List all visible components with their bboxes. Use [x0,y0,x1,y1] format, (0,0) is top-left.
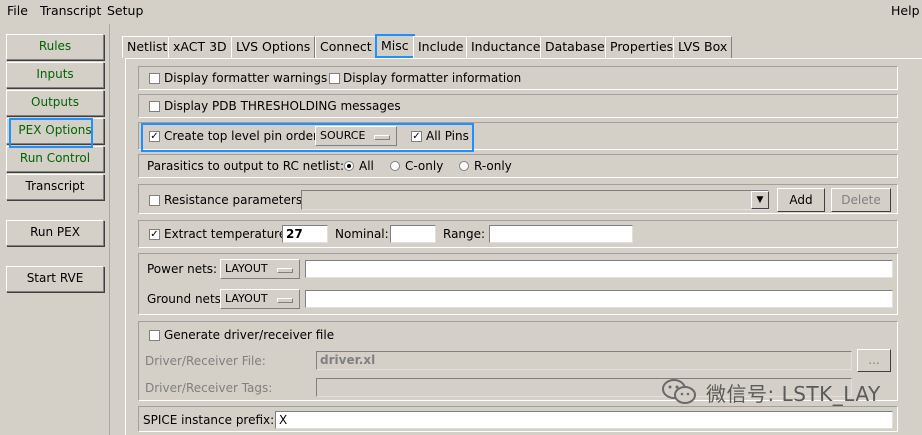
dropdown-indicator-icon [277,268,293,273]
resistance-params-label: Resistance parameters: [164,193,307,207]
tab-connect[interactable]: Connect [315,36,377,58]
delete-button[interactable]: Delete [831,188,891,212]
spice-prefix-label: SPICE instance prefix: [143,413,275,427]
gen-driver-label: Generate driver/receiver file [164,328,335,342]
menu-setup[interactable]: Setup [107,3,143,18]
sidebar-run-control-button[interactable]: Run Control [6,146,104,172]
tab-inductance[interactable]: Inductance [466,36,546,58]
formatter-warnings-label: Display formatter warnings [164,71,328,85]
menu-help[interactable]: Help [891,3,920,18]
resistance-params-combo[interactable] [301,190,769,210]
gen-driver-checkbox[interactable] [149,330,160,341]
range-label: Range: [443,227,486,241]
power-nets-value: LAYOUT [225,262,268,275]
chevron-down-icon[interactable]: ▼ [751,191,769,209]
resistance-params-checkbox[interactable] [149,195,160,206]
tab-xact3d[interactable]: xACT 3D [168,36,232,58]
ground-nets-dropdown[interactable]: LAYOUT [220,289,300,309]
menu-transcript[interactable]: Transcript [40,3,101,18]
extract-temp-checkbox[interactable]: ✓ [149,229,160,240]
temperature-row: ✓ Extract temperature: 27 Nominal: Range… [138,220,898,248]
formatter-info-label: Display formatter information [343,71,522,85]
run-pex-button[interactable]: Run PEX [6,220,104,246]
parasitics-label: Parasitics to output to RC netlist: [147,159,345,173]
browse-button[interactable]: ... [857,349,891,372]
ground-nets-label: Ground nets: [147,292,225,306]
spice-prefix-input[interactable]: X [275,411,893,429]
nominal-input[interactable] [390,225,436,243]
ground-nets-input[interactable] [305,290,893,308]
tab-lvs-options[interactable]: LVS Options [231,36,316,58]
nets-row: Power nets: LAYOUT Ground nets: LAYOUT [138,253,898,315]
driver-tags-label: Driver/Receiver Tags: [145,381,273,395]
power-nets-input[interactable] [305,260,893,278]
sidebar: Rules Inputs Outputs PEX Options Run Con… [0,24,110,435]
range-input[interactable] [489,225,633,243]
resistance-row: Resistance parameters: ▼ Add Delete [138,184,898,214]
driver-file-label: Driver/Receiver File: [145,354,266,368]
pdb-threshold-label: Display PDB THRESHOLDING messages [164,99,401,113]
dropdown-indicator-icon [277,298,293,303]
formatter-info-checkbox[interactable] [329,73,340,84]
nominal-label: Nominal: [335,227,389,241]
pex-options-highlight [9,118,93,148]
parasitics-conly-label: C-only [405,159,444,173]
parasitics-all-label: All [359,159,374,173]
tab-misc[interactable]: Misc [375,34,415,58]
tab-netlist[interactable]: Netlist [122,36,173,58]
parasitics-ronly-radio[interactable] [459,161,469,171]
tab-include[interactable]: Include [413,36,469,58]
spice-prefix-row: SPICE instance prefix: X [138,406,898,432]
sidebar-transcript-button[interactable]: Transcript [6,174,104,200]
formatter-warnings-checkbox[interactable] [149,73,160,84]
add-button[interactable]: Add [777,188,825,212]
pdb-threshold-checkbox[interactable] [149,101,160,112]
extract-temp-label: Extract temperature: [164,227,291,241]
sidebar-outputs-button[interactable]: Outputs [6,90,104,116]
pin-order-highlight [141,123,474,152]
parasitics-conly-radio[interactable] [390,161,400,171]
tab-database[interactable]: Database [540,36,610,58]
watermark-text: 微信号: LSTK_LAY [706,382,881,406]
start-rve-button[interactable]: Start RVE [6,266,104,292]
tab-lvs-box[interactable]: LVS Box [673,36,733,58]
sidebar-inputs-button[interactable]: Inputs [6,62,104,88]
sidebar-rules-button[interactable]: Rules [6,34,104,60]
parasitics-row: Parasitics to output to RC netlist: All … [138,154,898,178]
pdb-row: Display PDB THRESHOLDING messages [138,94,898,118]
power-nets-label: Power nets: [147,262,218,276]
power-nets-dropdown[interactable]: LAYOUT [220,259,300,279]
menu-file[interactable]: File [7,3,28,18]
tab-bar: Netlist xACT 3D LVS Options Connect Misc… [122,34,922,60]
ground-nets-value: LAYOUT [225,292,268,305]
wechat-icon [662,379,696,404]
formatter-row: Display formatter warnings Display forma… [138,66,898,90]
temperature-input[interactable]: 27 [282,225,328,243]
parasitics-ronly-label: R-only [474,159,512,173]
tab-properties[interactable]: Properties [605,36,679,58]
menu-bar: File Transcript Setup Help [0,0,922,22]
driver-file-input[interactable]: driver.xl [316,351,852,370]
parasitics-all-radio[interactable] [344,161,354,171]
